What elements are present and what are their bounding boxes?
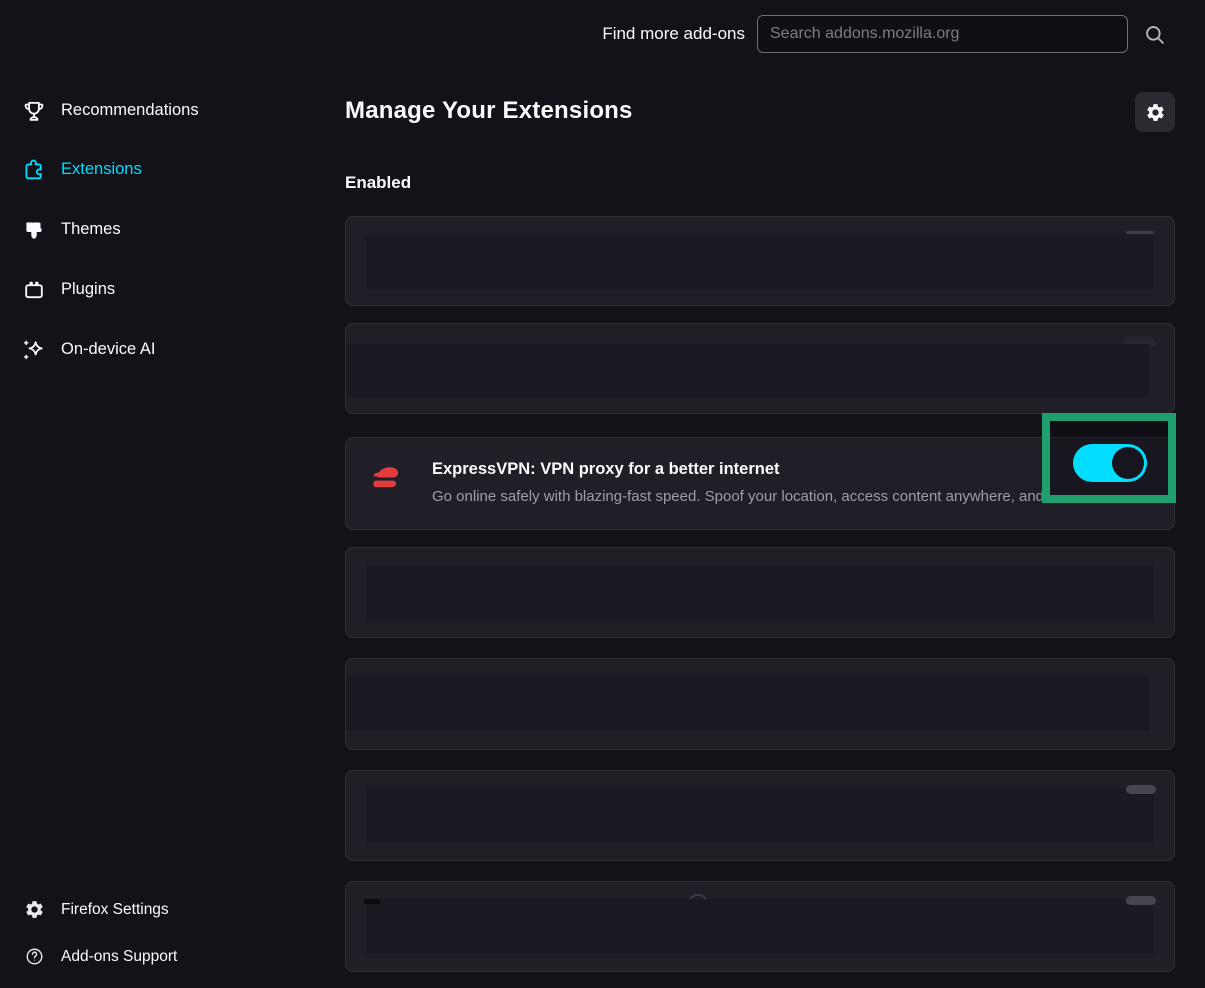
question-circle-icon [23, 946, 45, 968]
sidebar-item-label: Add-ons Support [61, 948, 177, 966]
redacted-content-block [366, 565, 1154, 620]
sidebar-item-label: Firefox Settings [61, 901, 169, 919]
enabled-section-heading: Enabled [345, 173, 411, 193]
redacted-toggle-remnant [1126, 785, 1156, 794]
sidebar-item-label: Extensions [61, 160, 142, 179]
trophy-icon [20, 97, 48, 125]
sidebar-item-addons-support[interactable]: Add-ons Support [0, 936, 340, 977]
puzzle-icon [20, 156, 48, 184]
gear-icon [23, 899, 45, 921]
extension-card-redacted[interactable] [345, 658, 1175, 750]
redacted-toggle-remnant [1126, 896, 1156, 905]
extension-card-redacted[interactable] [345, 881, 1175, 972]
search-icon [1142, 22, 1168, 48]
sparkle-icon [20, 336, 48, 364]
extensions-tools-button[interactable] [1135, 92, 1175, 132]
search-input[interactable] [757, 15, 1128, 53]
extension-card-redacted[interactable] [345, 547, 1175, 638]
find-more-addons-label: Find more add-ons [602, 24, 745, 44]
page-title: Manage Your Extensions [345, 97, 633, 125]
redacted-toggle-remnant [1126, 231, 1154, 234]
plug-icon [20, 276, 48, 304]
sidebar-item-themes[interactable]: Themes [0, 209, 340, 250]
redacted-text-remnant [364, 899, 380, 904]
sidebar-item-label: Recommendations [61, 101, 199, 120]
sidebar-item-on-device-ai[interactable]: On-device AI [0, 329, 340, 370]
redacted-content-block [366, 899, 1154, 954]
extension-card-redacted[interactable] [345, 323, 1175, 414]
expressvpn-text-block: ExpressVPN: VPN proxy for a better inter… [432, 456, 1167, 505]
sidebar-item-firefox-settings[interactable]: Firefox Settings [0, 889, 340, 930]
extension-name: ExpressVPN: VPN proxy for a better inter… [432, 460, 1167, 479]
extension-card-redacted[interactable] [345, 216, 1175, 306]
sidebar-item-label: On-device AI [61, 340, 155, 359]
redacted-content-block [346, 676, 1149, 731]
extension-description: Go online safely with blazing-fast speed… [432, 488, 1167, 505]
sidebar-item-label: Plugins [61, 280, 115, 299]
extension-card-expressvpn[interactable]: ExpressVPN: VPN proxy for a better inter… [345, 437, 1175, 530]
toggle-knob [1112, 447, 1144, 479]
extension-enable-toggle[interactable] [1073, 444, 1147, 482]
redacted-content-block [366, 234, 1154, 289]
sidebar-item-label: Themes [61, 220, 121, 239]
sidebar-item-extensions[interactable]: Extensions [0, 149, 340, 190]
redacted-content-block [366, 788, 1154, 843]
gear-icon [1145, 102, 1166, 123]
redacted-content-block [346, 344, 1149, 397]
sidebar-item-recommendations[interactable]: Recommendations [0, 90, 340, 131]
sidebar-item-plugins[interactable]: Plugins [0, 269, 340, 310]
paintbrush-icon [20, 216, 48, 244]
extension-card-redacted[interactable] [345, 770, 1175, 861]
expressvpn-logo [366, 459, 406, 499]
search-button[interactable] [1142, 22, 1168, 48]
